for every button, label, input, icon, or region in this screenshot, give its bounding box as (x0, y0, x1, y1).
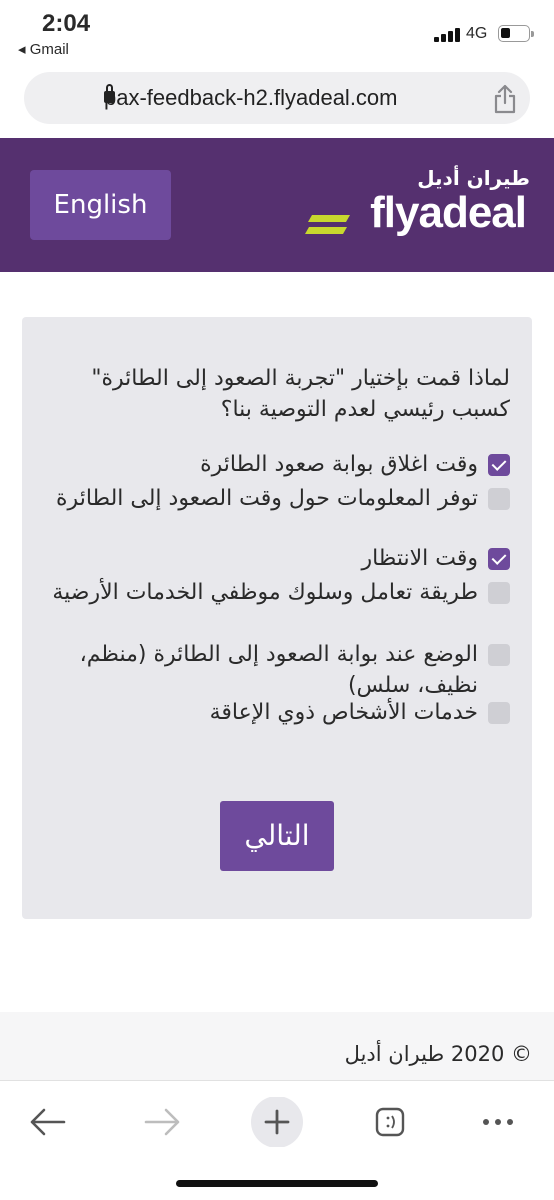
option-special-needs[interactable]: خدمات الأشخاص ذوي الإعاقة (40, 697, 510, 728)
network-type: 4G (466, 25, 488, 42)
survey-card: لماذا قمت بإختيار "تجربة الصعود إلى الطا… (22, 317, 532, 919)
new-tab-plus-icon[interactable] (249, 1097, 305, 1147)
option-boarding-info[interactable]: توفر المعلومات حول وقت الصعود إلى الطائر… (40, 483, 510, 514)
option-label: وقت الانتظار (361, 546, 478, 571)
page: 2:04 ◂ Gmail 4G pax-feedback-h2.flyadeal… (0, 0, 554, 1200)
status-time: 2:04 (42, 10, 91, 37)
option-ground-staff[interactable]: طريقة تعامل وسلوك موظفي الخدمات الأرضية (40, 577, 510, 608)
signal-icon (434, 28, 462, 42)
option-waiting-time[interactable]: وقت الانتظار (40, 543, 510, 574)
copyright-text: © 2020 طيران أديل (344, 1042, 532, 1066)
address-bar[interactable]: pax-feedback-h2.flyadeal.com (24, 72, 530, 124)
checkbox[interactable] (488, 488, 510, 510)
option-label: توفر المعلومات حول وقت الصعود إلى الطائر… (56, 486, 478, 511)
option-gate-condition[interactable]: الوضع عند بوابة الصعود إلى الطائرة (منظم… (40, 639, 510, 701)
checkbox[interactable] (488, 702, 510, 724)
more-options-icon[interactable] (470, 1097, 526, 1147)
logo-text: flyadeal (370, 188, 527, 237)
option-label: وقت اغلاق بوابة صعود الطائرة (200, 452, 478, 477)
option-label: طريقة تعامل وسلوك موظفي الخدمات الأرضية (52, 580, 478, 605)
lock-icon (104, 84, 115, 103)
forward-arrow-icon[interactable] (134, 1097, 190, 1147)
tabs-switcher-icon[interactable] (362, 1097, 418, 1147)
site-footer: © 2020 طيران أديل (0, 1012, 554, 1080)
option-gate-closing-time[interactable]: وقت اغلاق بوابة صعود الطائرة (40, 449, 510, 480)
checkbox[interactable] (488, 582, 510, 604)
logo-dash-icon (305, 215, 350, 234)
checkbox[interactable] (488, 454, 510, 476)
site-header: English طيران أديل flyadeal (0, 138, 554, 272)
status-bar: 2:04 ◂ Gmail 4G (0, 0, 554, 64)
battery-icon (498, 25, 534, 42)
checkbox[interactable] (488, 644, 510, 666)
option-label: خدمات الأشخاص ذوي الإعاقة (209, 700, 478, 725)
english-language-button[interactable]: English (30, 170, 171, 240)
back-to-gmail[interactable]: ◂ Gmail (18, 40, 69, 58)
share-icon[interactable] (492, 84, 518, 114)
logo-arabic-text: طيران أديل (417, 166, 530, 190)
flyadeal-logo[interactable]: طيران أديل flyadeal (304, 166, 530, 246)
home-indicator[interactable] (176, 1180, 378, 1187)
back-arrow-icon[interactable] (20, 1097, 76, 1147)
survey-question: لماذا قمت بإختيار "تجربة الصعود إلى الطا… (91, 366, 510, 422)
url-text[interactable]: pax-feedback-h2.flyadeal.com (104, 85, 398, 111)
checkbox[interactable] (488, 548, 510, 570)
option-label: الوضع عند بوابة الصعود إلى الطائرة (منظم… (79, 642, 478, 698)
next-button[interactable]: التالي (220, 801, 334, 871)
